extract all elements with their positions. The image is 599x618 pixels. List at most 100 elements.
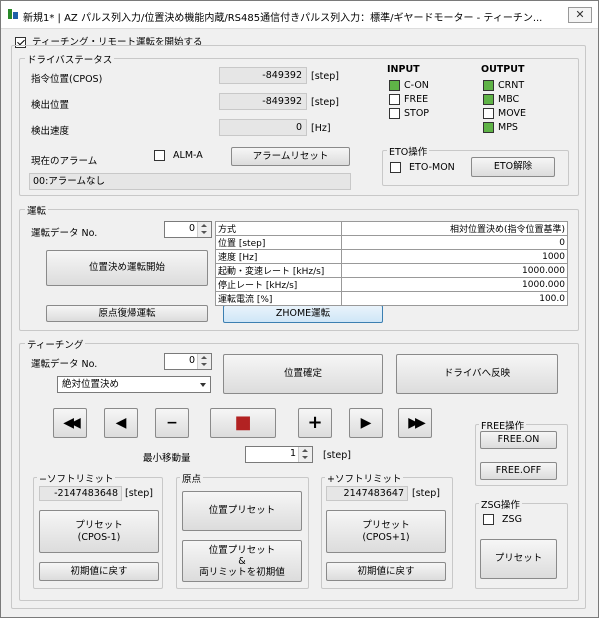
detected-position-value: -849392 xyxy=(219,93,307,110)
mbc-led xyxy=(483,94,494,105)
stop-button[interactable]: ■ xyxy=(210,408,276,438)
op-data-no-value: 0 xyxy=(188,223,195,234)
alarm-reset-button[interactable]: アラームリセット xyxy=(231,147,350,166)
zhome-button[interactable]: ZHOME運転 xyxy=(223,305,383,323)
min-move-value: 1 xyxy=(289,448,296,459)
zsg-preset-button[interactable]: プリセット xyxy=(480,539,557,579)
free-op-title: FREE操作 xyxy=(479,418,527,432)
window-title: 新規1* | AZ パルス列入力/位置決め機能内蔵/RS485通信付きパルス列入… xyxy=(23,13,543,24)
teach-data-no-label: 運転データ No. xyxy=(31,359,98,370)
zsg-label: ZSG xyxy=(502,514,522,525)
mps-label: MPS xyxy=(498,122,518,133)
zsg-checkbox xyxy=(483,514,494,525)
detected-position-unit: [step] xyxy=(311,97,339,108)
teaching-title: ティーチング xyxy=(25,337,86,351)
table-key: 起動・変速レート [kHz/s] xyxy=(215,263,342,278)
soft-limit-plus-unit: [step] xyxy=(412,488,440,499)
operation-title: 運転 xyxy=(25,203,49,217)
table-row: 速度 [Hz] 1000 xyxy=(215,249,568,264)
detected-speed-value: 0 xyxy=(219,119,307,136)
input-stop: STOP xyxy=(389,108,429,119)
minus-step-button[interactable]: − xyxy=(155,408,189,438)
position-confirm-button[interactable]: 位置確定 xyxy=(223,354,383,394)
detected-speed-label: 検出速度 xyxy=(31,126,70,137)
stop-icon: ■ xyxy=(234,412,252,433)
fast-forward-button[interactable]: ▶▶ xyxy=(398,408,432,438)
cpos-value: -849392 xyxy=(219,67,307,84)
table-row: 方式 相対位置決め(指令位置基準) xyxy=(215,221,568,236)
op-data-no-arrows[interactable] xyxy=(197,222,211,237)
table-value: 相対位置決め(指令位置基準) xyxy=(341,221,568,236)
position-preset-limits-button[interactable]: 位置プリセット & 両リミットを初期値 xyxy=(182,540,302,582)
detected-speed-unit: [Hz] xyxy=(311,123,331,134)
home-return-button[interactable]: 原点復帰運転 xyxy=(46,305,208,322)
reflect-to-driver-button[interactable]: ドライバへ反映 xyxy=(396,354,558,394)
cpos-label: 指令位置(CPOS) xyxy=(31,74,103,85)
table-value: 100.0 xyxy=(341,291,568,306)
fast-reverse-button[interactable]: ◀◀ xyxy=(53,408,87,438)
min-move-spinner[interactable]: 1 xyxy=(245,446,313,463)
forward-button[interactable]: ▶ xyxy=(349,408,383,438)
preset-cpos-plus-button[interactable]: プリセット (CPOS+1) xyxy=(326,510,446,553)
soft-limit-plus-value: 2147483647 xyxy=(326,486,408,501)
table-key: 位置 [step] xyxy=(215,235,342,250)
soft-limit-minus-title: −ソフトリミット xyxy=(37,471,116,485)
teach-mode-select[interactable]: 絶対位置決め xyxy=(57,376,211,393)
plus-step-button[interactable]: + xyxy=(298,408,332,438)
eto-mon-indicator: ETO-MON xyxy=(390,162,455,173)
table-value: 1000.000 xyxy=(341,263,568,278)
teach-data-no-value: 0 xyxy=(188,355,195,366)
table-key: 速度 [Hz] xyxy=(215,249,342,264)
app-icon xyxy=(8,9,18,19)
free-on-button[interactable]: FREE.ON xyxy=(480,431,557,449)
crnt-led xyxy=(483,80,494,91)
soft-limit-plus-reset-button[interactable]: 初期値に戻す xyxy=(326,562,446,581)
alm-a-checkbox xyxy=(154,150,165,161)
detected-position-label: 検出位置 xyxy=(31,100,70,111)
output-mbc: MBC xyxy=(483,94,519,105)
output-mps: MPS xyxy=(483,122,518,133)
cpos-unit: [step] xyxy=(311,71,339,82)
table-row: 起動・変速レート [kHz/s] 1000.000 xyxy=(215,263,568,278)
table-row: 運転電流 [%] 100.0 xyxy=(215,291,568,306)
stop-label: STOP xyxy=(404,108,430,119)
move-led xyxy=(483,108,494,119)
op-data-no-spinner[interactable]: 0 xyxy=(164,221,212,238)
eto-mon-checkbox xyxy=(390,162,401,173)
soft-limit-minus-reset-button[interactable]: 初期値に戻す xyxy=(39,562,159,581)
c-on-led xyxy=(389,80,400,91)
minus-icon: − xyxy=(166,415,178,431)
fast-forward-icon: ▶▶ xyxy=(408,415,425,431)
zsg-op-title: ZSG操作 xyxy=(479,497,522,511)
preset-cpos-minus-button[interactable]: プリセット (CPOS-1) xyxy=(39,510,159,553)
mps-led xyxy=(483,122,494,133)
position-preset-button[interactable]: 位置プリセット xyxy=(182,491,302,531)
alarm-text: 00:アラームなし xyxy=(29,173,351,190)
table-value: 1000.000 xyxy=(341,277,568,292)
eto-release-button[interactable]: ETO解除 xyxy=(471,157,555,177)
output-title: OUTPUT xyxy=(481,64,525,75)
driver-status-title: ドライバステータス xyxy=(25,52,115,66)
min-move-label: 最小移動量 xyxy=(143,453,191,464)
positioning-start-button[interactable]: 位置決め運転開始 xyxy=(46,250,208,286)
origin-title: 原点 xyxy=(180,471,204,485)
zsg-indicator: ZSG xyxy=(483,514,522,525)
c-on-label: C-ON xyxy=(404,80,429,91)
teach-data-no-arrows[interactable] xyxy=(197,354,211,369)
free-label: FREE xyxy=(404,94,429,105)
stop-led xyxy=(389,108,400,119)
table-value: 0 xyxy=(341,235,568,250)
input-title: INPUT xyxy=(387,64,420,75)
eto-mon-label: ETO-MON xyxy=(409,162,455,173)
op-data-no-label: 運転データ No. xyxy=(31,228,98,239)
teach-data-no-spinner[interactable]: 0 xyxy=(164,353,212,370)
table-row: 位置 [step] 0 xyxy=(215,235,568,250)
alm-a-label: ALM-A xyxy=(173,150,203,161)
reverse-button[interactable]: ◀ xyxy=(104,408,138,438)
min-move-arrows[interactable] xyxy=(298,447,312,462)
chevron-down-icon xyxy=(200,383,206,387)
free-off-button[interactable]: FREE.OFF xyxy=(480,462,557,480)
current-alarm-label: 現在のアラーム xyxy=(31,156,98,167)
input-free: FREE xyxy=(389,94,428,105)
close-button[interactable]: ✕ xyxy=(568,7,592,23)
